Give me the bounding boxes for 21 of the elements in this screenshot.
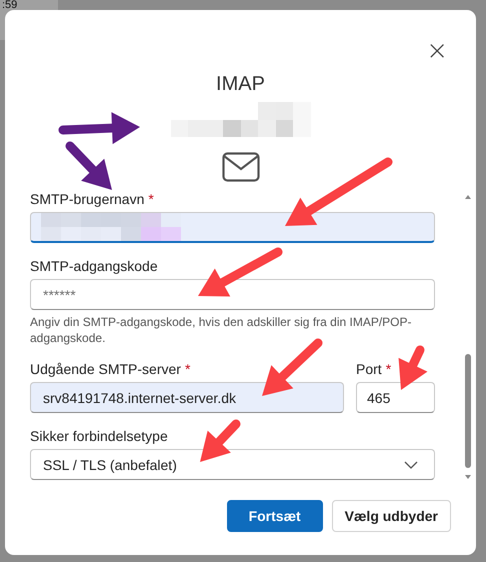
close-button[interactable]: × bbox=[426, 40, 448, 62]
required-mark: * bbox=[386, 361, 392, 377]
provider-button[interactable]: Vælg udbyder bbox=[332, 500, 451, 532]
dialog-title: IMAP bbox=[216, 72, 265, 96]
required-mark: * bbox=[148, 191, 154, 207]
field-label: Sikker forbindelsetype bbox=[30, 428, 168, 444]
select-dropdown[interactable]: SSL / TLS (anbefalet) bbox=[30, 449, 435, 480]
field-label: Udgående SMTP-server bbox=[30, 361, 181, 377]
password-field[interactable]: ****** bbox=[30, 279, 435, 310]
chevron-down-icon bbox=[404, 460, 418, 468]
background-text: :59 bbox=[2, 0, 18, 10]
port-field[interactable]: 465 bbox=[356, 382, 435, 413]
help-text: Angiv din SMTP-adgangskode, hvis den adskiller sig fra din IMAP/POP-adgangskode. bbox=[30, 314, 413, 346]
server-field[interactable]: srv84191748.internet-server.dk bbox=[30, 382, 344, 413]
field-label: SMTP-adgangskode bbox=[30, 258, 158, 274]
required-mark: * bbox=[184, 361, 190, 377]
continue-button[interactable]: Fortsæt bbox=[226, 500, 323, 532]
field-label: Port bbox=[356, 361, 382, 377]
mail-icon bbox=[222, 152, 260, 183]
input-field[interactable] bbox=[30, 212, 435, 243]
field-label: SMTP-brugernavn bbox=[30, 191, 144, 207]
